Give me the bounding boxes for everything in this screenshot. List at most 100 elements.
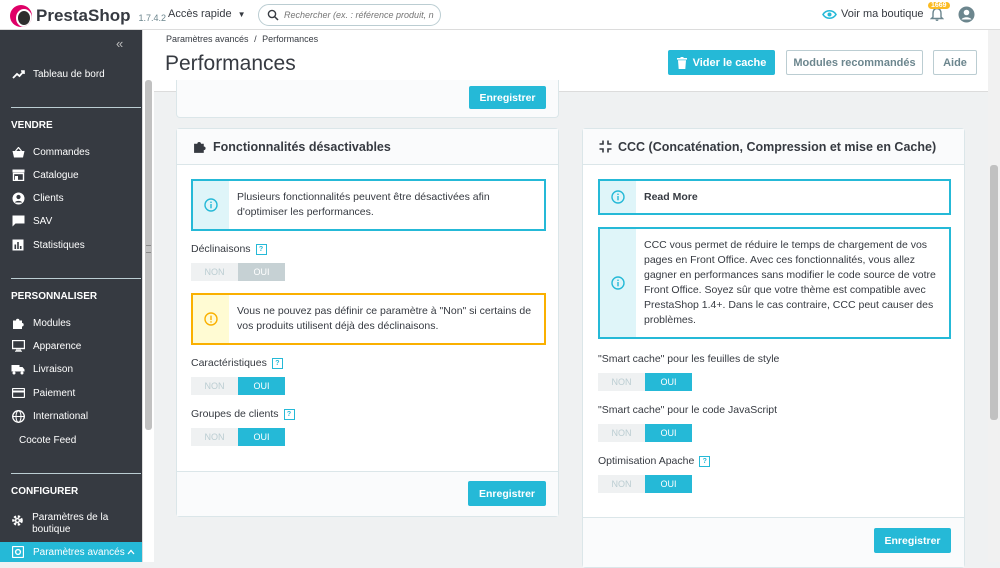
info-icon xyxy=(193,181,229,229)
breadcrumb-separator: / xyxy=(254,34,257,44)
quick-access-menu[interactable]: Accès rapide ▼ xyxy=(168,8,246,20)
sidebar-item-cocote-feed[interactable]: Cocote Feed xyxy=(0,429,142,451)
save-button[interactable]: Enregistrer xyxy=(469,86,546,109)
collapse-sidebar-icon[interactable]: « xyxy=(116,36,123,51)
apache-optimization-switch[interactable]: NON OUI xyxy=(598,475,692,493)
sidebar-item-payment[interactable]: Paiement xyxy=(0,382,142,404)
switch-yes[interactable]: OUI xyxy=(238,263,285,281)
panel-footer: Enregistrer xyxy=(583,517,964,567)
ccc-info-text: CCC vous permet de réduire le temps de c… xyxy=(644,239,936,326)
ccc-info-alert: CCC vous permet de réduire le temps de c… xyxy=(598,227,951,339)
version-label: 1.7.4.2 xyxy=(138,12,167,23)
customer-groups-label: Groupes de clients ? xyxy=(191,408,295,420)
page-scrollbar-thumb[interactable] xyxy=(990,165,998,420)
sidebar-item-appearance[interactable]: Apparence xyxy=(0,335,142,357)
sidebar-item-label: Paramètres avancés xyxy=(33,546,125,558)
breadcrumb: Paramètres avancés / Performances xyxy=(166,34,318,44)
sidebar: « Tableau de bord VENDRE Commandes Catal… xyxy=(0,30,142,562)
switch-yes[interactable]: OUI xyxy=(645,424,692,442)
sidebar-item-customer-service[interactable]: SAV xyxy=(0,210,142,232)
sidebar-divider xyxy=(11,473,141,474)
sidebar-item-label: Clients xyxy=(33,192,64,204)
panel-header: Fonctionnalités désactivables xyxy=(177,129,558,165)
recommended-modules-button[interactable]: Modules recommandés xyxy=(786,50,923,75)
switch-yes[interactable]: OUI xyxy=(645,475,692,493)
switch-no[interactable]: NON xyxy=(191,377,238,395)
top-bar: PrestaShop 1.7.4.2 Accès rapide ▼ Voir m… xyxy=(0,0,1000,30)
account-button[interactable] xyxy=(958,6,975,28)
sidebar-scrollbar[interactable] xyxy=(142,30,154,562)
help-label: Aide xyxy=(943,56,967,69)
switch-no[interactable]: NON xyxy=(191,428,238,446)
optional-features-panel: Fonctionnalités désactivables Plusieurs … xyxy=(176,128,559,517)
notifications-button[interactable]: 1669 xyxy=(928,2,950,27)
info-text: Plusieurs fonctionnalités peuvent être d… xyxy=(237,191,490,218)
smart-cache-css-switch[interactable]: NON OUI xyxy=(598,373,692,391)
switch-no[interactable]: NON xyxy=(191,263,238,281)
help-button[interactable]: Aide xyxy=(933,50,977,75)
ccc-panel: CCC (Concaténation, Compression et mise … xyxy=(582,128,965,568)
features-switch[interactable]: NON OUI xyxy=(191,377,285,395)
sidebar-item-label: Statistiques xyxy=(33,239,85,251)
sidebar-item-label: Paramètres de la boutique xyxy=(32,512,109,535)
section-title-configure: CONFIGURER xyxy=(11,486,79,497)
sidebar-item-label: SAV xyxy=(33,215,53,227)
page-scrollbar[interactable] xyxy=(988,30,1000,562)
sidebar-item-international[interactable]: International xyxy=(0,405,142,427)
switch-yes[interactable]: OUI xyxy=(645,373,692,391)
truck-icon xyxy=(11,362,25,376)
clear-cache-button[interactable]: Vider le cache xyxy=(668,50,775,75)
help-icon[interactable]: ? xyxy=(699,455,711,467)
section-title-customize: PERSONNALISER xyxy=(11,291,98,302)
help-icon[interactable]: ? xyxy=(271,357,283,369)
caret-down-icon: ▼ xyxy=(237,10,246,19)
sidebar-item-orders[interactable]: Commandes xyxy=(0,141,142,163)
sidebar-scrollbar-thumb[interactable] xyxy=(145,80,152,430)
switch-yes[interactable]: OUI xyxy=(238,377,285,395)
sidebar-item-modules[interactable]: Modules xyxy=(0,312,142,334)
sidebar-item-catalog[interactable]: Catalogue xyxy=(0,164,142,186)
previous-panel-footer: Enregistrer xyxy=(176,80,559,118)
quick-access-label: Accès rapide xyxy=(168,8,232,20)
trending-up-icon xyxy=(11,67,25,81)
bell-icon xyxy=(929,7,945,21)
search-input[interactable] xyxy=(284,10,434,20)
view-shop-link[interactable]: Voir ma boutique xyxy=(822,8,924,20)
help-icon[interactable]: ? xyxy=(255,243,267,255)
trash-icon xyxy=(676,56,687,69)
read-more-text[interactable]: Read More xyxy=(636,190,706,205)
save-button[interactable]: Enregistrer xyxy=(468,481,546,506)
prestashop-logo[interactable]: PrestaShop 1.7.4.2 xyxy=(10,5,166,27)
sidebar-item-dashboard[interactable]: Tableau de bord xyxy=(0,63,142,85)
sidebar-item-customers[interactable]: Clients xyxy=(0,187,142,209)
search-box[interactable] xyxy=(258,4,441,26)
sidebar-item-stats[interactable]: Statistiques xyxy=(0,234,142,256)
sidebar-item-shipping[interactable]: Livraison xyxy=(0,358,142,380)
switch-no[interactable]: NON xyxy=(598,373,645,391)
smart-cache-js-switch[interactable]: NON OUI xyxy=(598,424,692,442)
switch-yes[interactable]: OUI xyxy=(238,428,285,446)
settings-applications-icon xyxy=(11,545,25,559)
apache-optimization-label-text: Optimisation Apache xyxy=(598,455,695,467)
settings-icon xyxy=(11,513,24,527)
sidebar-item-shop-parameters[interactable]: Paramètres de la boutique xyxy=(0,510,142,542)
desktop-icon xyxy=(11,339,25,353)
switch-no[interactable]: NON xyxy=(598,475,645,493)
sidebar-divider xyxy=(11,278,141,279)
breadcrumb-parent[interactable]: Paramètres avancés xyxy=(166,34,249,44)
notifications-badge: 1669 xyxy=(928,2,950,9)
save-button[interactable]: Enregistrer xyxy=(874,528,951,553)
panel-header: CCC (Concaténation, Compression et mise … xyxy=(583,129,964,165)
switch-no[interactable]: NON xyxy=(598,424,645,442)
account-circle-icon xyxy=(11,191,25,205)
brand-name: PrestaShop xyxy=(36,6,131,25)
clear-cache-label: Vider le cache xyxy=(692,56,767,69)
combinations-switch[interactable]: NON OUI xyxy=(191,263,285,281)
smart-cache-js-label-text: "Smart cache" pour le code JavaScript xyxy=(598,404,778,416)
customer-groups-switch[interactable]: NON OUI xyxy=(191,428,285,446)
sidebar-item-advanced-parameters[interactable]: Paramètres avancés xyxy=(0,542,142,562)
sidebar-item-label: Cocote Feed xyxy=(19,434,77,446)
read-more-alert[interactable]: Read More xyxy=(598,179,951,215)
save-label: Enregistrer xyxy=(478,487,536,500)
help-icon[interactable]: ? xyxy=(283,408,295,420)
